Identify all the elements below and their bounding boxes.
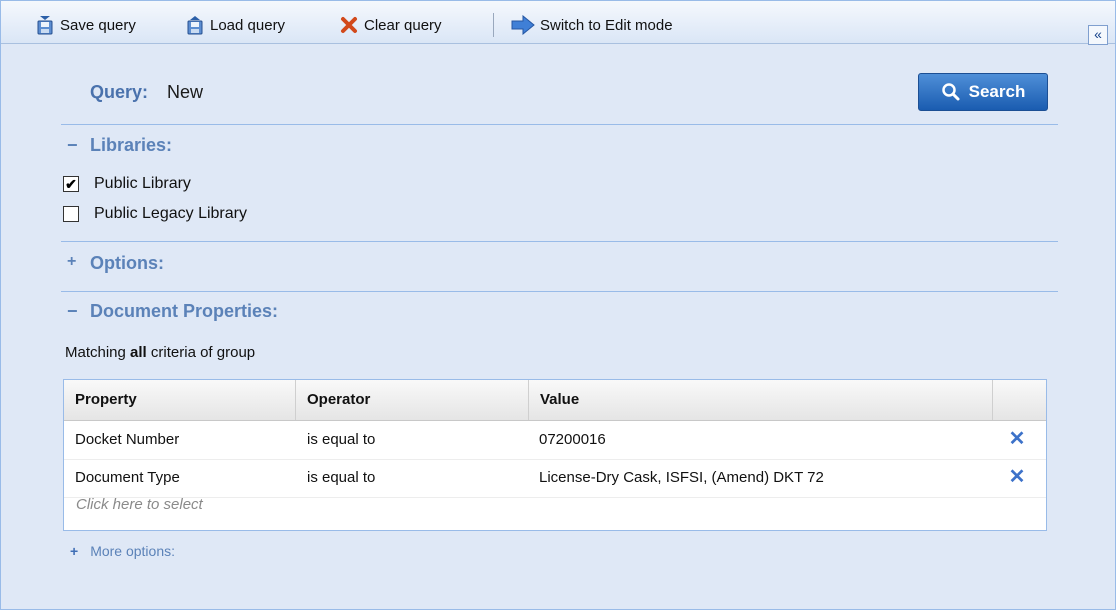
toolbar: Save query Load query Clear query Switch… [1,1,1115,44]
library-label: Public Legacy Library [94,205,247,222]
operator-cell[interactable]: is equal to [307,459,375,496]
operator-cell[interactable]: is equal to [307,421,375,458]
libraries-collapse-toggle[interactable]: − [67,135,78,156]
clear-x-icon [339,15,359,35]
table-row[interactable]: Document Type is equal to License-Dry Ca… [64,459,1046,498]
toolbar-separator [493,13,494,37]
load-icon [185,15,205,35]
save-icon [35,15,55,35]
save-query-button[interactable]: Save query [35,14,136,36]
table-row[interactable]: Docket Number is equal to 07200016 ✕ [64,421,1046,460]
divider [61,241,1058,242]
load-query-label: Load query [210,16,286,34]
matching-criteria-text: Matching all criteria of group [65,344,255,361]
switch-edit-mode-button[interactable]: Switch to Edit mode [511,14,673,36]
save-query-label: Save query [60,16,136,34]
query-panel: Save query Load query Clear query Switch… [0,0,1116,610]
load-query-button[interactable]: Load query [185,14,285,36]
arrow-right-icon [511,14,535,36]
criteria-grid: Property Operator Value Docket Number is… [63,379,1047,531]
public-legacy-library-checkbox[interactable] [63,206,79,222]
library-option-public[interactable]: ✔ Public Library [63,175,191,193]
document-properties-collapse-toggle[interactable]: − [67,301,78,322]
property-cell[interactable]: Docket Number [75,421,179,458]
divider [61,291,1058,292]
query-value: New [167,82,204,102]
column-header-operator[interactable]: Operator [296,380,529,420]
clear-query-label: Clear query [364,16,442,34]
query-label: Query: [90,82,149,102]
search-button[interactable]: Search [918,73,1048,111]
delete-x-icon[interactable]: ✕ [1006,466,1028,488]
divider [61,124,1058,125]
options-expand-toggle[interactable]: + [67,253,76,271]
switch-edit-mode-label: Switch to Edit mode [540,16,673,34]
value-cell[interactable]: 07200016 [539,421,606,458]
matching-suffix: criteria of group [150,344,256,361]
clear-query-button[interactable]: Clear query [339,14,442,36]
matching-prefix: Matching [65,344,126,361]
more-options-label: More options: [90,543,176,559]
query-name-row: Query: New [90,82,203,103]
grid-header: Property Operator Value [64,380,1046,421]
double-chevron-left-icon[interactable]: « [1088,25,1108,45]
document-properties-heading[interactable]: Document Properties: [90,301,278,322]
plus-icon: + [70,543,79,559]
value-cell[interactable]: License-Dry Cask, ISFSI, (Amend) DKT 72 [539,459,824,496]
search-button-label: Search [968,82,1026,101]
column-header-actions [993,380,1046,420]
column-header-value[interactable]: Value [529,380,993,420]
libraries-heading[interactable]: Libraries: [90,135,172,156]
more-options-link[interactable]: + More options: [70,543,175,559]
delete-x-icon[interactable]: ✕ [1006,428,1028,450]
add-criteria-placeholder[interactable]: Click here to select [76,496,203,513]
matching-mode[interactable]: all [130,344,147,361]
public-library-checkbox[interactable]: ✔ [63,176,79,192]
magnifier-icon [941,83,960,101]
options-heading[interactable]: Options: [90,253,164,274]
column-header-property[interactable]: Property [64,380,296,420]
property-cell[interactable]: Document Type [75,459,180,496]
library-option-legacy[interactable]: Public Legacy Library [63,205,247,223]
library-label: Public Library [94,175,191,192]
